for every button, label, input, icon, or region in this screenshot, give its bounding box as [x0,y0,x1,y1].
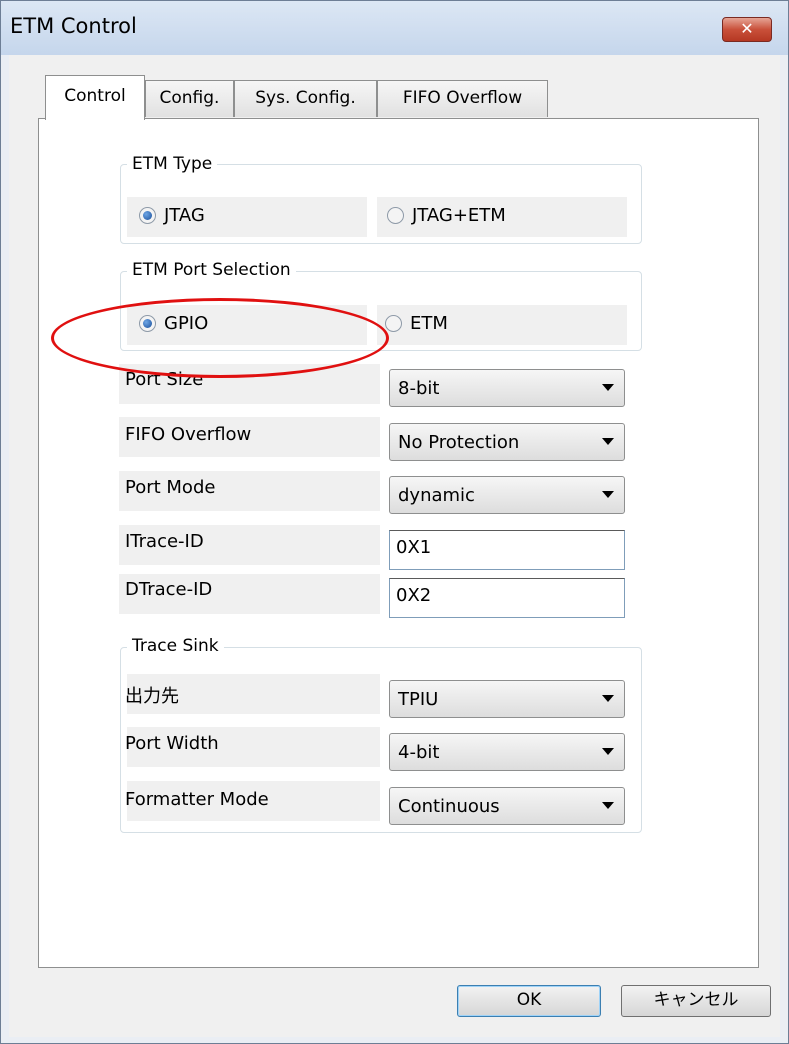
dropdown-arrow-icon [602,695,614,702]
dtrace-id-input[interactable]: 0X2 [389,578,625,618]
cancel-button[interactable]: キャンセル [621,985,771,1017]
port-size-value: 8-bit [398,378,440,399]
dropdown-arrow-icon [602,438,614,445]
dropdown-arrow-icon [602,802,614,809]
itrace-id-input[interactable]: 0X1 [389,530,625,570]
output-dropdown[interactable]: TPIU [389,680,625,718]
radio-jtag-label: JTAG [164,205,205,226]
title-bar[interactable]: ETM Control ✕ [1,1,788,55]
tab-sys-config-label: Sys. Config. [255,88,356,108]
radio-selected-icon [139,207,156,224]
fifo-overflow-value: No Protection [398,432,520,453]
port-mode-label: Port Mode [125,477,216,498]
port-width-label: Port Width [125,733,219,754]
radio-unselected-icon [385,315,402,332]
close-button[interactable]: ✕ [722,17,772,42]
cancel-button-label: キャンセル [653,990,739,1010]
ok-button[interactable]: OK [457,985,601,1017]
trace-sink-group-title: Trace Sink [127,636,224,656]
radio-jtag-etm[interactable]: JTAG+ETM [387,205,506,226]
formatter-mode-value: Continuous [398,796,500,817]
output-value: TPIU [398,689,439,710]
tab-control[interactable]: Control [45,75,145,120]
port-mode-value: dynamic [398,485,475,506]
formatter-mode-dropdown[interactable]: Continuous [389,787,625,825]
radio-unselected-icon [387,207,404,224]
window-title: ETM Control [10,14,137,38]
itrace-id-label: ITrace-ID [125,531,204,552]
dtrace-id-value: 0X2 [396,585,432,606]
output-label: 出力先 [125,686,179,707]
formatter-mode-label: Formatter Mode [125,789,269,810]
ok-button-label: OK [516,990,542,1010]
fifo-overflow-dropdown[interactable]: No Protection [389,423,625,461]
radio-jtag[interactable]: JTAG [139,205,205,226]
tab-config-label: Config. [159,88,220,108]
control-tab-panel: ETM Type JTAG JTAG+ETM ETM Port Selectio… [38,118,759,968]
radio-etm[interactable]: ETM [385,313,448,334]
tab-control-label: Control [64,86,126,106]
dropdown-arrow-icon [602,748,614,755]
tab-fifo-overflow-label: FIFO Overflow [402,88,523,108]
tab-fifo-overflow[interactable]: FIFO Overflow [377,80,548,117]
etm-type-group-title: ETM Type [127,154,218,174]
port-width-value: 4-bit [398,742,440,763]
dtrace-id-label: DTrace-ID [125,579,213,600]
fifo-overflow-label: FIFO Overflow [125,424,252,445]
radio-jtag-etm-label: JTAG+ETM [412,205,506,226]
close-icon: ✕ [740,19,754,38]
port-size-dropdown[interactable]: 8-bit [389,369,625,407]
etm-port-selection-group-title: ETM Port Selection [127,260,296,280]
radio-etm-label: ETM [410,313,448,334]
port-mode-dropdown[interactable]: dynamic [389,476,625,514]
dropdown-arrow-icon [602,384,614,391]
port-width-dropdown[interactable]: 4-bit [389,733,625,771]
dropdown-arrow-icon [602,491,614,498]
itrace-id-value: 0X1 [396,537,432,558]
tab-config[interactable]: Config. [145,80,234,117]
highlight-ellipse [51,298,389,378]
tab-sys-config[interactable]: Sys. Config. [234,80,377,117]
